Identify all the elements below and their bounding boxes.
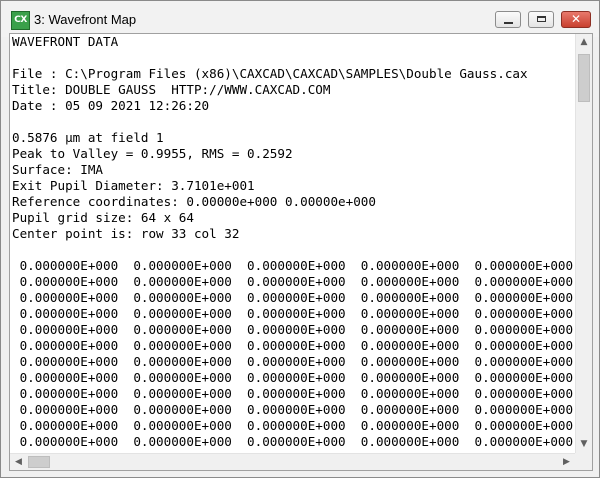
title-bar[interactable]: CX 3: Wavefront Map ✕ [1,1,599,37]
date-line: Date : 05 09 2021 12:26:20 [12,98,210,113]
file-path: File : C:\Program Files (x86)\CAXCAD\CAX… [12,66,528,81]
scroll-down-icon[interactable]: ▼ [576,436,592,453]
center-point-line: Center point is: row 33 col 32 [12,226,240,241]
wavefront-text: WAVEFRONT DATA File : C:\Program Files (… [10,34,575,453]
data-row: 0.000000E+000 0.000000E+000 0.000000E+00… [12,258,574,273]
data-row: 0.000000E+000 0.000000E+000 0.000000E+00… [12,274,574,289]
data-row: 0.000000E+000 0.000000E+000 0.000000E+00… [12,338,574,353]
minimize-button[interactable] [495,11,521,28]
close-icon: ✕ [570,12,582,26]
exit-pupil-line: Exit Pupil Diameter: 3.7101e+001 [12,178,255,193]
scroll-right-icon[interactable]: ▶ [558,454,575,470]
pupil-grid-line: Pupil grid size: 64 x 64 [12,210,194,225]
text-view[interactable]: WAVEFRONT DATA File : C:\Program Files (… [9,33,593,471]
reference-coordinates-line: Reference coordinates: 0.00000e+000 0.00… [12,194,376,209]
wavelength-line: 0.5876 µm at field 1 [12,130,164,145]
horizontal-scrollbar[interactable]: ◀ ▶ [10,453,575,470]
data-row: 0.000000E+000 0.000000E+000 0.000000E+00… [12,306,574,321]
title-line: Title: DOUBLE GAUSS HTTP://WWW.CAXCAD.CO… [12,82,331,97]
horizontal-scroll-thumb[interactable] [28,456,50,468]
scrollbar-corner [575,453,592,470]
data-row: 0.000000E+000 0.000000E+000 0.000000E+00… [12,434,574,449]
data-row: 0.000000E+000 0.000000E+000 0.000000E+00… [12,290,574,305]
maximize-button[interactable] [528,11,554,28]
wavefront-map-window: CX 3: Wavefront Map ✕ WAVEFRONT DATA Fil… [0,0,600,478]
window-title: 3: Wavefront Map [34,12,137,27]
surface-line: Surface: IMA [12,162,103,177]
report-heading: WAVEFRONT DATA [12,34,119,49]
data-row: 0.000000E+000 0.000000E+000 0.000000E+00… [12,354,574,369]
close-button[interactable]: ✕ [561,11,591,28]
maximize-icon [537,16,546,22]
data-row: 0.000000E+000 0.000000E+000 0.000000E+00… [12,402,574,417]
peak-valley-line: Peak to Valley = 0.9955, RMS = 0.2592 [12,146,293,161]
data-row: 0.000000E+000 0.000000E+000 0.000000E+00… [12,370,574,385]
data-row: 0.000000E+000 0.000000E+000 0.000000E+00… [12,418,574,433]
vertical-scrollbar[interactable]: ▲ ▼ [575,34,592,453]
vertical-scroll-thumb[interactable] [578,54,590,102]
app-icon: CX [11,11,30,30]
data-row: 0.000000E+000 0.000000E+000 0.000000E+00… [12,322,574,337]
scroll-left-icon[interactable]: ◀ [10,454,27,470]
minimize-icon [504,22,513,24]
scroll-up-icon[interactable]: ▲ [576,34,592,51]
data-row: 0.000000E+000 0.000000E+000 0.000000E+00… [12,386,574,401]
